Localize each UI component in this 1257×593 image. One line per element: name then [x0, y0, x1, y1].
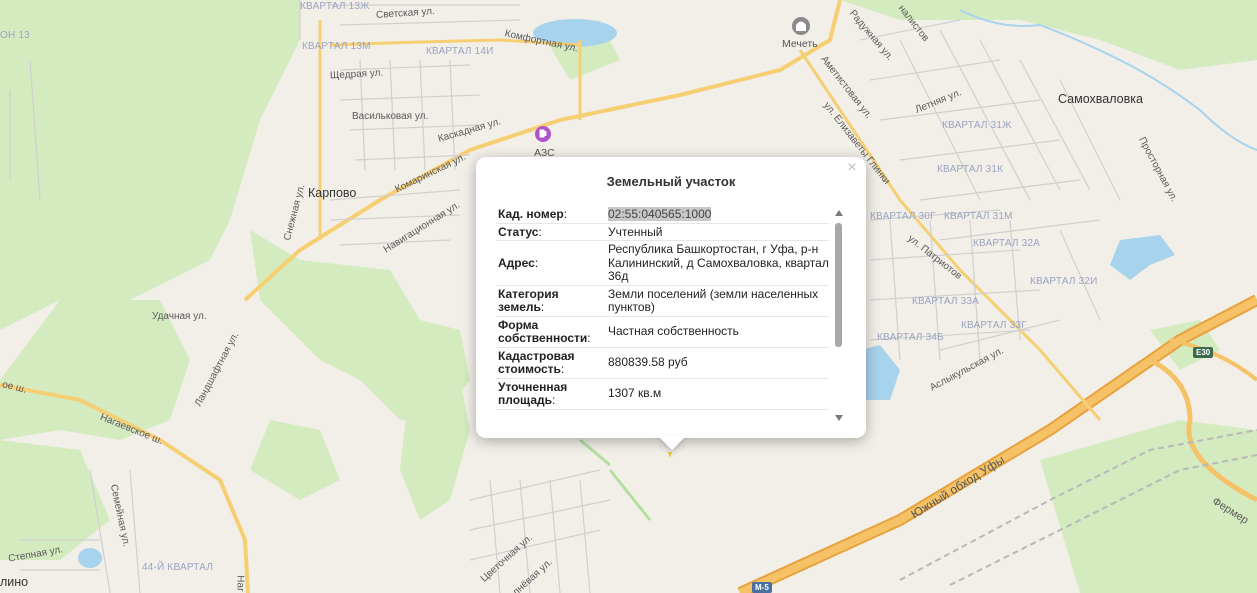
- table-row: Статус: Учтенный: [496, 224, 829, 241]
- row-key: Категория земель:: [498, 286, 559, 314]
- row-value[interactable]: 02:55:040565:1000: [606, 206, 829, 223]
- row-key: Адрес:: [498, 255, 539, 270]
- row-key: Форма собственности:: [498, 317, 591, 345]
- table-row: Кадастровая стоимость: 880839.58 руб: [496, 348, 829, 379]
- mosque-icon[interactable]: [792, 17, 810, 35]
- row-value: Учтенный: [608, 224, 663, 239]
- table-row: Форма собственности: Частная собственнос…: [496, 317, 829, 348]
- row-key: Кад. номер:: [498, 207, 568, 221]
- row-value: 1307 кв.м: [608, 386, 662, 401]
- row-value: Частная собственность: [608, 324, 739, 339]
- row-value: Республика Башкортостан, г Уфа, р-н Кали…: [608, 242, 829, 283]
- row-key: Статус:: [498, 224, 542, 239]
- table-row: Адрес: Республика Башкортостан, г Уфа, р…: [496, 241, 829, 286]
- scroll-down-icon[interactable]: [835, 415, 843, 421]
- azs-icon[interactable]: [535, 126, 551, 142]
- popup-pointer: [658, 436, 686, 450]
- row-key: Уточненная площадь:: [498, 379, 568, 407]
- table-row: Категория земель: Земли поселений (земли…: [496, 286, 829, 317]
- parcel-info-table[interactable]: Кад. номер: 02:55:040565:1000 Статус: Уч…: [496, 206, 829, 424]
- popup-title: Земельный участок: [606, 174, 736, 189]
- row-value: 880839.58 руб: [608, 355, 688, 370]
- table-row: Кад. номер: 02:55:040565:1000: [496, 206, 829, 224]
- cadastral-number[interactable]: 02:55:040565:1000: [608, 207, 712, 221]
- row-key: Кадастровая стоимость:: [498, 348, 575, 376]
- row-value: Земли поселений (земли населенных пункто…: [608, 286, 819, 314]
- popup-scrollbar[interactable]: [833, 210, 845, 421]
- table-row: Уточненная площадь: 1307 кв.м: [496, 379, 829, 410]
- scrollbar-thumb[interactable]: [835, 223, 842, 347]
- parcel-info-popup: × Земельный участок Кад. номер: 02:55:04…: [476, 157, 866, 438]
- scroll-up-icon[interactable]: [835, 210, 843, 216]
